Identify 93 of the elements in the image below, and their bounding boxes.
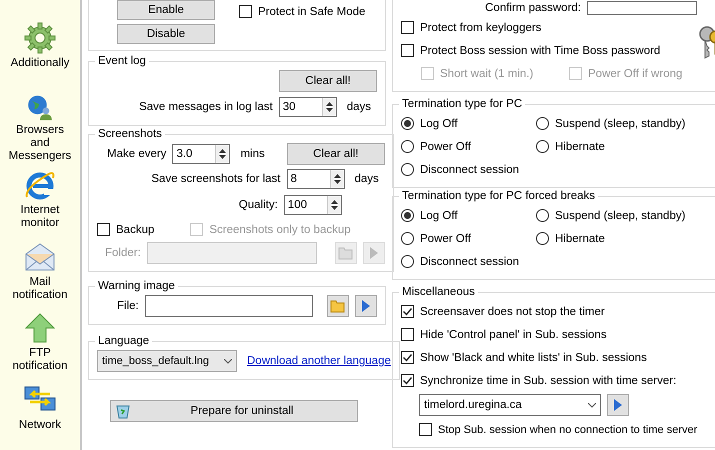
checkbox-label: Stop Sub. session when no connection to time server (438, 424, 698, 436)
play-icon (370, 247, 378, 259)
envelope-icon (24, 240, 56, 273)
play-icon (362, 300, 370, 312)
caret-icon (224, 358, 232, 364)
days-spinner[interactable]: 8 (286, 169, 344, 189)
sidebar-item-label[interactable]: Internet monitor (6, 204, 74, 230)
sidebar-item-label[interactable]: FTP notification (6, 347, 74, 374)
sidebar-item-label[interactable]: Network (6, 419, 74, 432)
interval-spinner[interactable]: 3.0 (172, 144, 230, 164)
checkbox-label: Hide 'Control panel' in Sub. sessions (420, 328, 607, 340)
radio-button[interactable] (536, 209, 549, 222)
radio-button[interactable] (401, 255, 414, 268)
radio-label: Log Off (420, 210, 458, 222)
gear-icon (24, 22, 56, 54)
checkbox-label: Backup (116, 224, 154, 236)
checkbox[interactable] (97, 223, 110, 236)
download-link[interactable]: Download another language (247, 355, 391, 367)
action-button[interactable]: Enable (117, 0, 215, 20)
field-label: Save screenshots for last (151, 173, 280, 185)
radio-label: Log Off (420, 118, 458, 130)
group-title: Language (97, 335, 150, 347)
clear-button[interactable]: Clear all! (279, 70, 377, 92)
uninstall-button[interactable]: Prepare for uninstall (110, 400, 358, 422)
field-label: Confirm password: (485, 2, 581, 14)
group-title: Miscellaneous (401, 286, 476, 298)
radio-label: Disconnect session (420, 164, 520, 176)
play-button[interactable] (354, 295, 377, 317)
radio-label: Power Off (420, 140, 471, 152)
days-spinner[interactable]: 30 (278, 97, 337, 117)
play-button[interactable] (607, 394, 629, 416)
checkbox[interactable] (239, 5, 252, 18)
up-arrow-icon (24, 312, 56, 344)
checkbox[interactable] (419, 423, 432, 436)
radio-button[interactable] (401, 163, 414, 176)
checkbox-label: Short wait (1 min.) (440, 68, 534, 80)
folder-icon (338, 246, 354, 260)
radio-label: Disconnect session (420, 256, 520, 268)
checkbox[interactable] (401, 351, 414, 364)
field-label: Save messages in log last (139, 101, 273, 113)
checkbox-label: Protect in Safe Mode (258, 6, 366, 18)
field-label: Folder: (105, 247, 141, 259)
radio-label: Suspend (sleep, standby) (555, 118, 686, 130)
language-dropdown[interactable]: time_boss_default.lng (97, 350, 237, 372)
unit-label: days (346, 101, 371, 113)
radio-button[interactable] (401, 209, 414, 222)
checkbox[interactable] (401, 44, 414, 57)
checkbox-label: Screenshots only to backup (209, 224, 351, 236)
play-icon (614, 399, 622, 411)
sidebar-item-label[interactable]: Additionally (6, 57, 74, 70)
radio-button[interactable] (536, 117, 549, 130)
caret-icon (588, 402, 596, 408)
group-title: Termination type for PC forced breaks (401, 190, 596, 202)
checkbox-label: Screensaver does not stop the timer (420, 306, 605, 318)
field-label: File: (117, 300, 139, 312)
checkbox[interactable] (401, 21, 414, 34)
checkbox[interactable] (401, 305, 414, 318)
file-field[interactable] (144, 295, 313, 317)
field-label: Make every (107, 148, 166, 160)
radio-label: Power Off (420, 232, 471, 244)
folder-icon (330, 299, 346, 313)
folder-button[interactable] (326, 295, 349, 317)
checkbox-label: Power Off if wrong (588, 68, 682, 80)
unit-label: mins (240, 148, 265, 160)
group-title: Event log (97, 55, 147, 67)
checkbox-label: Synchronize time in Sub. session with time server: (420, 374, 676, 386)
checkbox-label: Protect Boss session with Time Boss password (420, 44, 660, 56)
unit-label: days (354, 173, 379, 185)
sidebar-item-label[interactable]: Mail notification (6, 276, 74, 302)
radio-button[interactable] (401, 117, 414, 130)
folder-field[interactable] (146, 242, 317, 264)
checkbox[interactable] (401, 328, 414, 341)
clear-button[interactable]: Clear all! (286, 143, 385, 165)
radio-button[interactable] (401, 140, 414, 153)
radio-label: Hibernate (555, 232, 605, 244)
password-field[interactable] (587, 1, 697, 15)
radio-button[interactable] (536, 232, 549, 245)
checkbox[interactable] (401, 374, 414, 387)
checkbox-label: Show 'Black and white lists' in Sub. sessions (420, 352, 647, 364)
group-title: Screenshots (97, 128, 163, 140)
group-title: Termination type for PC (401, 98, 524, 110)
bin-icon (115, 403, 131, 419)
radio-label: Hibernate (555, 140, 605, 152)
action-button[interactable]: Disable (117, 24, 215, 44)
field-label: Quality: (238, 199, 278, 211)
radio-label: Suspend (sleep, standby) (555, 210, 686, 222)
quality-spinner[interactable]: 100 (284, 195, 342, 215)
checkbox-label: Protect from keyloggers (420, 22, 542, 34)
group-title: Warning image (97, 280, 176, 292)
sidebar-item-label[interactable]: Browsers and Messengers (6, 124, 74, 163)
radio-button[interactable] (536, 140, 549, 153)
server-dropdown[interactable]: timelord.uregina.ca (419, 394, 601, 416)
radio-button[interactable] (401, 232, 414, 245)
